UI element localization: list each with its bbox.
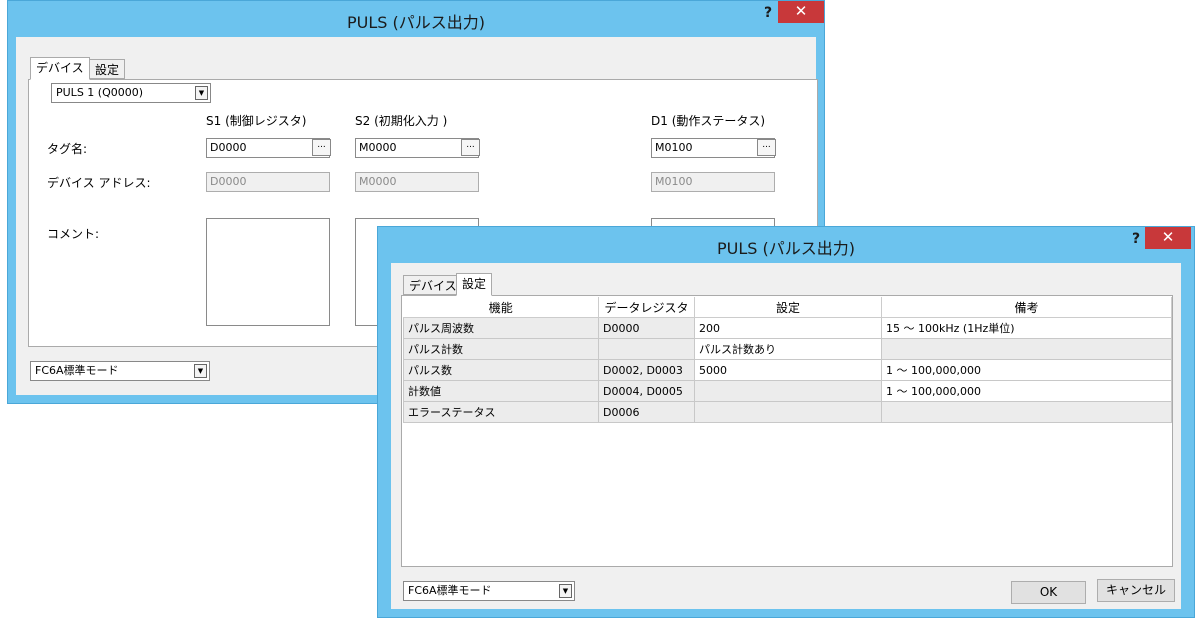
tab-device[interactable]: デバイス xyxy=(30,57,90,80)
d1-browse-button[interactable]: ... xyxy=(757,139,776,156)
cell-remarks xyxy=(881,338,1172,360)
tag-name-label: タグ名: xyxy=(47,142,88,156)
mode-select-value: FC6A標準モード xyxy=(35,364,119,377)
s2-header: S2 (初期化入力 ) xyxy=(355,114,448,128)
cell-data-register: D0004, D0005 xyxy=(598,380,695,402)
cell-remarks: 1 ～ 100,000,000 xyxy=(881,359,1172,381)
table-row[interactable]: エラーステータス D0006 xyxy=(403,401,1172,423)
d1-address-field: M0100 xyxy=(651,172,775,192)
s2-browse-button[interactable]: ... xyxy=(461,139,480,156)
title-bar[interactable]: PULS (パルス出力) ? ✕ xyxy=(378,227,1194,263)
tab-settings[interactable]: 設定 xyxy=(89,59,126,79)
cell-data-register: D0002, D0003 xyxy=(598,359,695,381)
s1-comment-field[interactable] xyxy=(206,218,330,326)
mode-select[interactable]: FC6A標準モード ▼ xyxy=(403,581,575,601)
s1-browse-button[interactable]: ... xyxy=(312,139,331,156)
cell-function: パルス数 xyxy=(403,359,599,381)
col-header-remarks[interactable]: 備考 xyxy=(881,297,1172,318)
col-header-function[interactable]: 機能 xyxy=(403,297,599,318)
window-title: PULS (パルス出力) xyxy=(716,239,855,258)
device-select-value: PULS 1 (Q0000) xyxy=(56,86,144,99)
puls-dialog-settings: PULS (パルス出力) ? ✕ デバイス 設定 機能 データレジスタ 設定 備… xyxy=(377,226,1195,618)
cell-setting[interactable]: 200 xyxy=(694,317,882,339)
device-select[interactable]: PULS 1 (Q0000) ▼ xyxy=(51,83,211,103)
cell-function: パルス計数 xyxy=(403,338,599,360)
table-row[interactable]: パルス計数 パルス計数あり xyxy=(403,338,1172,360)
s1-header: S1 (制御レジスタ) xyxy=(206,114,307,128)
cell-remarks: 1 ～ 100,000,000 xyxy=(881,380,1172,402)
device-address-label: デバイス アドレス: xyxy=(47,176,151,190)
cancel-button[interactable]: キャンセル xyxy=(1097,579,1175,602)
cell-setting[interactable]: パルス計数あり xyxy=(694,338,882,360)
table-row[interactable]: パルス周波数 D0000 200 15 ～ 100kHz (1Hz単位) xyxy=(403,317,1172,339)
title-bar[interactable]: PULS (パルス出力) ? ✕ xyxy=(8,1,824,37)
d1-header: D1 (動作ステータス) xyxy=(651,114,766,128)
window-title: PULS (パルス出力) xyxy=(346,13,485,32)
col-header-setting[interactable]: 設定 xyxy=(694,297,882,318)
comment-label: コメント: xyxy=(47,227,100,241)
cell-setting xyxy=(694,380,882,402)
cell-data-register: D0006 xyxy=(598,401,695,423)
chevron-down-icon[interactable]: ▼ xyxy=(194,364,207,378)
cell-remarks xyxy=(881,401,1172,423)
cell-remarks: 15 ～ 100kHz (1Hz単位) xyxy=(881,317,1172,339)
table-header-row: 機能 データレジスタ 設定 備考 xyxy=(403,297,1172,318)
cell-data-register: D0000 xyxy=(598,317,695,339)
cell-function: パルス周波数 xyxy=(403,317,599,339)
s1-address-field: D0000 xyxy=(206,172,330,192)
chevron-down-icon[interactable]: ▼ xyxy=(559,584,572,598)
dialog-client: デバイス 設定 機能 データレジスタ 設定 備考 パルス周波数 D0000 20… xyxy=(391,263,1181,609)
tab-settings[interactable]: 設定 xyxy=(456,273,493,296)
cell-setting[interactable]: 5000 xyxy=(694,359,882,381)
cell-function: 計数値 xyxy=(403,380,599,402)
col-header-data-register[interactable]: データレジスタ xyxy=(598,297,695,318)
cell-setting xyxy=(694,401,882,423)
mode-select-value: FC6A標準モード xyxy=(408,584,492,597)
settings-table: 機能 データレジスタ 設定 備考 パルス周波数 D0000 200 15 ～ 1… xyxy=(403,297,1172,423)
table-row[interactable]: 計数値 D0004, D0005 1 ～ 100,000,000 xyxy=(403,380,1172,402)
mode-select[interactable]: FC6A標準モード ▼ xyxy=(30,361,210,381)
close-button[interactable]: ✕ xyxy=(1145,227,1191,249)
chevron-down-icon[interactable]: ▼ xyxy=(195,86,208,100)
close-button[interactable]: ✕ xyxy=(778,1,824,23)
table-row[interactable]: パルス数 D0002, D0003 5000 1 ～ 100,000,000 xyxy=(403,359,1172,381)
tab-device[interactable]: デバイス xyxy=(403,275,463,295)
cell-data-register xyxy=(598,338,695,360)
cell-function: エラーステータス xyxy=(403,401,599,423)
settings-tab-panel: 機能 データレジスタ 設定 備考 パルス周波数 D0000 200 15 ～ 1… xyxy=(401,295,1173,567)
s2-address-field: M0000 xyxy=(355,172,479,192)
ok-button[interactable]: OK xyxy=(1011,581,1086,604)
